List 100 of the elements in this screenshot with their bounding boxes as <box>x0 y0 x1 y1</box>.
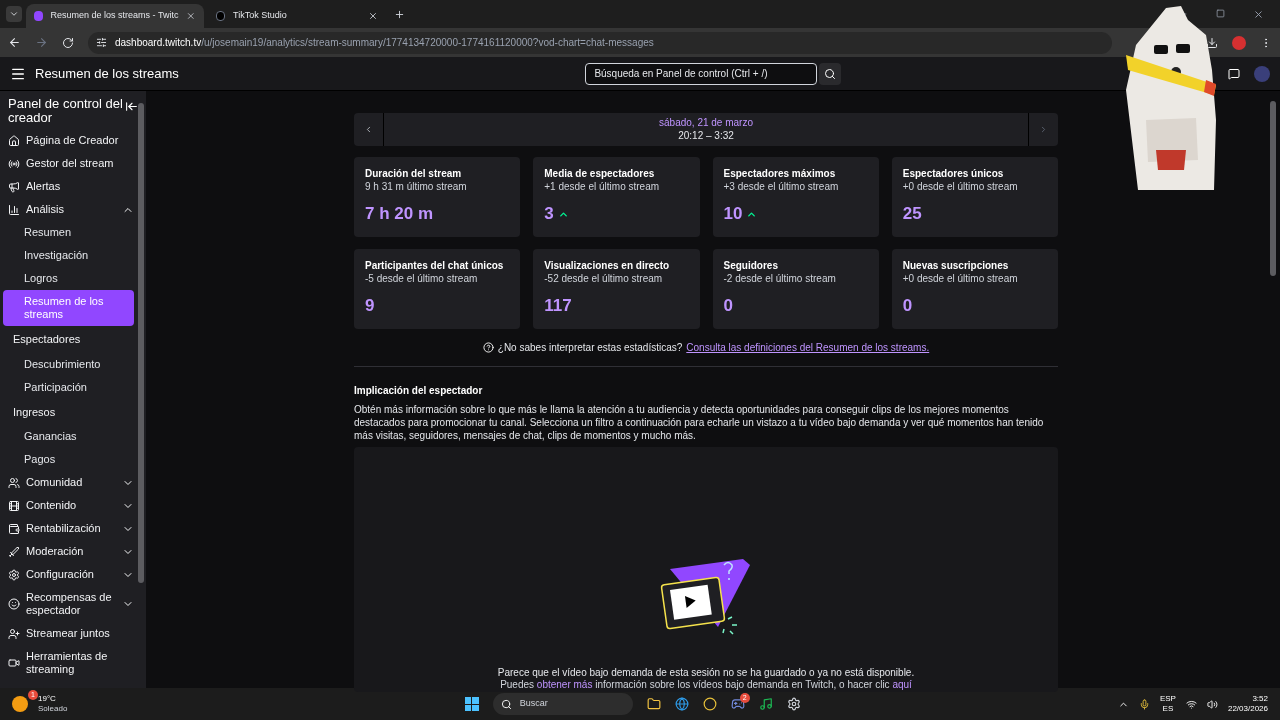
clock-date: 22/03/2026 <box>1227 704 1268 714</box>
definitions-link[interactable]: Consulta las definiciones del Resumen de los streams. <box>686 340 930 355</box>
download-icon[interactable] <box>1206 36 1218 49</box>
scrollbar[interactable] <box>1270 101 1276 276</box>
volume-icon[interactable] <box>1206 698 1218 710</box>
home-icon <box>8 134 20 147</box>
sidebar-section[interactable]: Comunidad <box>0 471 146 494</box>
sidebar-item[interactable]: Investigación <box>3 244 134 267</box>
stat-title: Media de espectadores <box>544 168 656 180</box>
stat-title: Nuevas suscripciones <box>902 260 1010 272</box>
browser-icon[interactable] <box>674 697 689 711</box>
sidebar-group-label: Espectadores <box>12 332 82 347</box>
sidebar-item[interactable]: Logros <box>3 267 134 290</box>
weather-icon[interactable] <box>12 696 28 712</box>
site-settings-icon[interactable] <box>96 37 107 48</box>
forward-icon[interactable] <box>35 36 48 49</box>
stat-title: Seguidores <box>723 260 779 272</box>
url-host: dashboard.twitch.tv/u/josemain19/analytics/stream-summary/1774134720000-1774161120000?vod-chart=chat-messages <box>115 36 654 50</box>
stat-title: Visualizaciones en directo <box>544 260 671 272</box>
sidebar-title: Panel de control del creador <box>8 97 124 125</box>
page-title: Resumen de los streams <box>35 64 179 83</box>
wallet-icon <box>8 522 20 535</box>
stat-title: Participantes del chat únicos <box>365 260 505 272</box>
camera-icon <box>8 657 20 669</box>
stat-value: 0 <box>723 296 733 316</box>
language[interactable]: ESP <box>1159 694 1176 704</box>
search-button[interactable] <box>819 62 842 85</box>
broadcast-icon <box>8 157 20 170</box>
sidebar-item[interactable]: Participación <box>3 375 134 399</box>
start-icon[interactable] <box>464 697 479 711</box>
sidebar-item[interactable]: Ganancias <box>3 425 134 448</box>
sidebar-section[interactable]: Análisis <box>0 198 146 221</box>
help-icon <box>482 342 494 353</box>
sidebar-section[interactable]: Alertas <box>0 175 146 198</box>
reload-icon[interactable] <box>62 36 74 49</box>
sidebar-section[interactable]: Herramientas de streaming <box>0 645 146 681</box>
browser-tab[interactable]: TikTok Studio <box>208 4 386 28</box>
stat-value: 9 <box>365 296 375 316</box>
sidebar-section[interactable]: Streamear juntos <box>0 622 146 645</box>
settings-icon[interactable] <box>786 697 801 711</box>
search-field[interactable]: Búsqueda en Panel de control (Ctrl + /) <box>585 62 818 85</box>
stat-value: 0 <box>902 296 913 316</box>
maximize-icon[interactable] <box>1216 8 1225 18</box>
sidebar-section[interactable]: Recompensas de espectador <box>0 586 146 622</box>
sidebar-section[interactable]: Configuración <box>0 563 146 586</box>
section-title: Implicación del espectador <box>354 384 484 398</box>
stat-value: 7 h 20 m <box>365 204 434 224</box>
stat-delta: +0 desde el último stream <box>902 272 1019 286</box>
stream-date: sábado, 21 de marzo <box>659 117 753 129</box>
sidebar-section[interactable]: Gestor del stream <box>0 152 146 175</box>
sidebar-section[interactable]: Página de Creador <box>0 129 146 152</box>
stat-delta: 9 h 31 m último stream <box>365 180 468 194</box>
sidebar-group-label: Ingresos <box>12 404 57 420</box>
section-description: Obtén más información sobre lo que más le llama la atención a tu audiencia y detecta oportunidades para conseguir clips de los mejores momentos destacados para promocionar tu canal. Selecciona un filtro a continuación para echarle un vistazo a tu vídeo bajo demanda y ver qué momentos han tenido más visitas, seguidores, mensajes de chat, clips de momentos y mucho más. <box>354 403 1045 442</box>
new-tab-icon[interactable] <box>394 8 405 20</box>
microphone-icon[interactable] <box>1138 698 1150 710</box>
sword-icon <box>8 545 20 558</box>
sidebar-item[interactable]: Pagos <box>3 448 134 471</box>
network-icon[interactable] <box>1185 698 1197 710</box>
stat-value: 3 <box>544 204 554 224</box>
here-link[interactable]: aquí <box>892 679 912 690</box>
tab-list-button[interactable] <box>6 6 22 22</box>
stat-delta: -2 desde el último stream <box>723 272 837 286</box>
music-icon[interactable] <box>758 697 773 711</box>
stream-time: 20:12 – 3:32 <box>678 129 734 142</box>
address-bar[interactable]: dashboard.twitch.tv/u/josemain19/analytics/stream-summary/1774134720000-1774161120000?vod-chart=chat-messages <box>88 31 1112 54</box>
chat-icon[interactable] <box>1228 67 1240 80</box>
chevron-left-icon <box>364 125 373 134</box>
more-info-link[interactable]: obtener más <box>536 679 593 690</box>
scrollbar[interactable] <box>138 103 144 583</box>
sidebar-section[interactable]: Rentabilización <box>0 517 146 540</box>
stat-delta: +1 desde el último stream <box>544 180 661 194</box>
close-icon[interactable] <box>1253 8 1264 20</box>
search-icon <box>500 698 512 710</box>
vod-help-text: Puedes obtener más información sobre los vídeos bajo demanda en Twitch, o hacer clic aquí <box>500 679 912 691</box>
people-icon <box>8 476 20 489</box>
folder-icon[interactable] <box>646 697 661 711</box>
browser-tab[interactable]: Resumen de los streams - Twitc <box>26 4 204 28</box>
stat-delta: -5 desde el último stream <box>365 272 479 286</box>
sidebar-item[interactable]: Resumen de los streams <box>3 290 134 326</box>
stat-delta: +0 desde el último stream <box>902 180 1019 194</box>
stat-value: 10 <box>723 204 743 224</box>
back-icon[interactable] <box>8 36 21 49</box>
language-sub: ES <box>1162 704 1174 714</box>
stat-value: 117 <box>544 296 572 316</box>
sidebar-item[interactable]: Descubrimiento <box>3 352 134 376</box>
stat-title: Espectadores máximos <box>723 168 837 180</box>
taskbar-search[interactable]: Buscar <box>492 693 633 715</box>
tab-favicon-icon <box>216 11 225 21</box>
stat-delta: +3 desde el último stream <box>723 180 840 194</box>
weather-text: Soleado <box>38 704 68 714</box>
close-icon[interactable] <box>368 11 378 21</box>
sidebar-item[interactable]: Resumen <box>3 221 134 244</box>
sidebar-section[interactable]: Contenido <box>0 494 146 517</box>
collapse-icon[interactable] <box>125 100 138 113</box>
chevron-down-icon <box>9 9 19 19</box>
temperature: 19°C <box>38 694 57 704</box>
sidebar-section[interactable]: Moderación <box>0 540 146 563</box>
megaphone-icon <box>8 180 20 193</box>
close-icon[interactable] <box>186 11 196 21</box>
